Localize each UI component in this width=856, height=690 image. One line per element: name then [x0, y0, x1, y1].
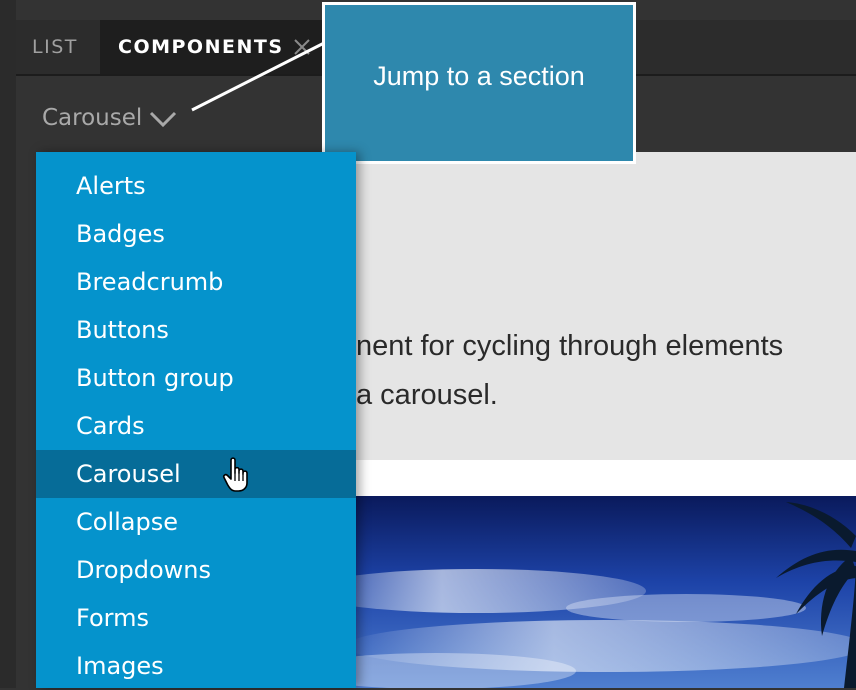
menu-item-cards[interactable]: Cards	[36, 402, 356, 450]
hand-pointer-icon	[222, 457, 248, 492]
tab-components-label: COMPONENTS	[118, 36, 284, 58]
lead-text-line-2: a carousel.	[356, 379, 498, 411]
menu-item-label: Cards	[76, 412, 145, 440]
menu-item-alerts[interactable]: Alerts	[36, 162, 356, 210]
menu-item-images[interactable]: Images	[36, 642, 356, 690]
section-select-label: Carousel	[42, 105, 143, 131]
tab-list-label: LIST	[32, 36, 78, 58]
menu-item-label: Forms	[76, 604, 149, 632]
page-header-area	[356, 152, 856, 460]
menu-item-label: Button group	[76, 364, 234, 392]
close-icon[interactable]	[292, 37, 312, 57]
menu-item-forms[interactable]: Forms	[36, 594, 356, 642]
menu-item-label: Carousel	[76, 460, 181, 488]
menu-item-badges[interactable]: Badges	[36, 210, 356, 258]
callout-text: Jump to a section	[373, 60, 585, 91]
menu-item-label: Dropdowns	[76, 556, 211, 584]
menu-item-label: Buttons	[76, 316, 169, 344]
menu-item-carousel[interactable]: Carousel	[36, 450, 356, 498]
chevron-down-icon	[148, 107, 178, 129]
menu-item-label: Alerts	[76, 172, 146, 200]
menu-item-label: Badges	[76, 220, 165, 248]
menu-item-collapse[interactable]: Collapse	[36, 498, 356, 546]
section-select[interactable]: Carousel	[42, 100, 178, 136]
menu-item-label: Collapse	[76, 508, 178, 536]
menu-item-breadcrumb[interactable]: Breadcrumb	[36, 258, 356, 306]
menu-item-button-group[interactable]: Button group	[36, 354, 356, 402]
section-dropdown-menu: Alerts Badges Breadcrumb Buttons Button grou…	[36, 152, 356, 688]
app-edge	[0, 0, 16, 688]
tab-list[interactable]: LIST	[16, 20, 100, 74]
tab-components[interactable]: COMPONENTS	[100, 20, 334, 74]
menu-item-dropdowns[interactable]: Dropdowns	[36, 546, 356, 594]
menu-item-buttons[interactable]: Buttons	[36, 306, 356, 354]
menu-item-label: Breadcrumb	[76, 268, 224, 296]
callout-tooltip: Jump to a section	[322, 2, 636, 164]
content-spacer	[356, 460, 856, 496]
carousel-image	[356, 496, 856, 688]
lead-text-line-1: nent for cycling through elements	[356, 330, 784, 362]
menu-item-label: Images	[76, 652, 164, 680]
